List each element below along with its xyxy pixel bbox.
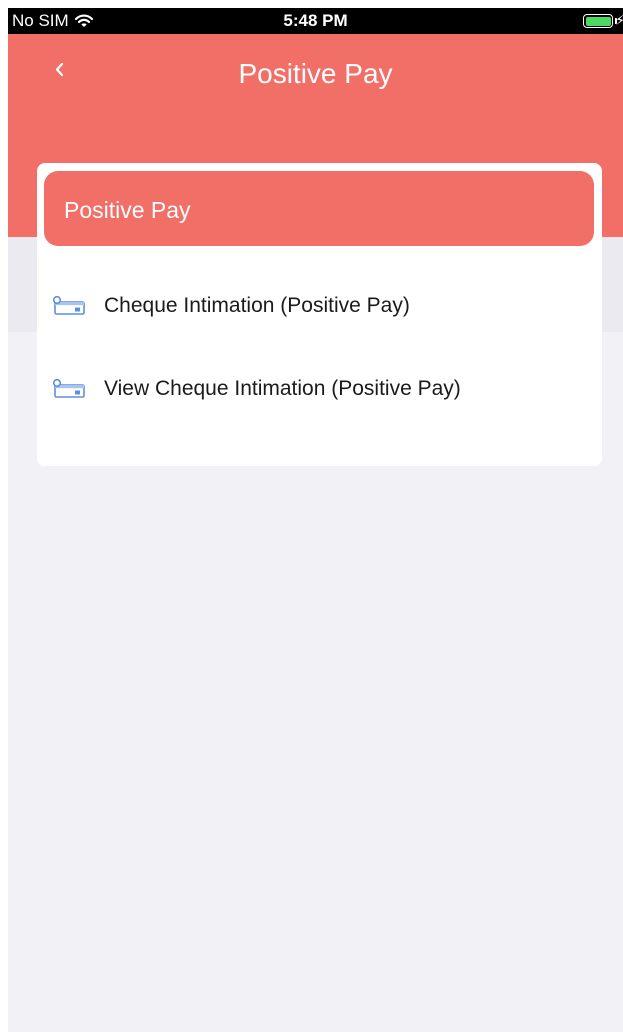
status-bar: No SIM 5:48 PM ⚡ <box>8 8 623 34</box>
battery-charging-icon <box>583 14 613 28</box>
page-title: Positive Pay <box>238 58 393 89</box>
cheque-icon <box>52 378 85 398</box>
cheque-icon <box>52 295 85 315</box>
menu-item-label: Cheque Intimation (Positive Pay) <box>104 294 410 317</box>
status-time: 5:48 PM <box>283 11 348 30</box>
app-screen: No SIM 5:48 PM ⚡ Positive Pay Positive P… <box>8 8 623 1032</box>
section-header[interactable]: Positive Pay <box>44 171 594 246</box>
battery-level <box>585 16 611 26</box>
menu-card: Positive Pay Cheque Intimation (Positive… <box>37 163 602 466</box>
menu-item-cheque-intimation[interactable]: Cheque Intimation (Positive Pay) <box>52 281 592 331</box>
menu-item-view-cheque-intimation[interactable]: View Cheque Intimation (Positive Pay) <box>52 364 592 414</box>
charging-bolt-icon: ⚡ <box>615 12 623 28</box>
menu-item-label: View Cheque Intimation (Positive Pay) <box>104 377 461 400</box>
